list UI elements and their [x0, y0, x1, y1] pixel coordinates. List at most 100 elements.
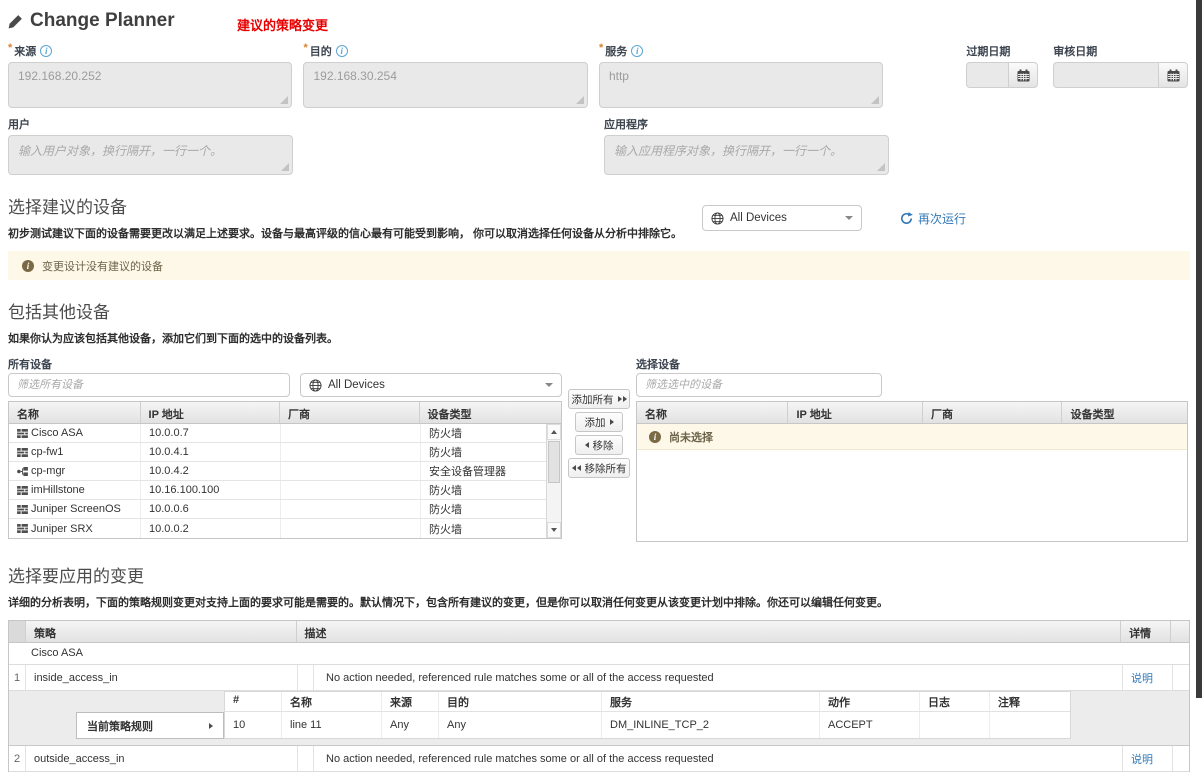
form-row-2: 用户 输入用户对象，换行隔开，一行一个。 应用程序 输入应用程序对象，换行隔开，… [8, 117, 1188, 175]
rule-column-source: 来源 [382, 692, 439, 711]
device-type: 防火墙 [421, 481, 546, 499]
device-row[interactable]: imHillstone 10.16.100.100 防火墙 [9, 481, 546, 500]
all-devices-table-body: Cisco ASA 10.0.0.7 防火墙 cp-fw1 10.0.4.1 防… [9, 424, 561, 538]
details-link[interactable]: 说明 [1131, 670, 1153, 686]
recommended-section-heading: 选择建议的设备 [8, 193, 1188, 218]
device-row[interactable]: Cisco ASA 10.0.0.7 防火墙 [9, 424, 546, 443]
scroll-down-button[interactable] [547, 522, 561, 538]
source-label-row: * 来源 [8, 44, 292, 58]
form-row-1: * 来源 192.168.20.252 * 目的 192.168.30.254 [8, 44, 1188, 108]
device-row[interactable]: Juniper ScreenOS 10.0.0.6 防火墙 [9, 500, 546, 519]
firewall-icon [17, 486, 28, 495]
expiration-date-label-row: 过期日期 [966, 44, 1038, 58]
rule-label-spacer [76, 691, 224, 712]
all-devices-group-select[interactable]: All Devices [300, 373, 562, 397]
select-column-header [9, 621, 26, 642]
rule-column-name: 名称 [282, 692, 382, 711]
device-row[interactable]: cp-fw1 10.0.4.1 防火墙 [9, 443, 546, 462]
rerun-link-label: 再次运行 [918, 210, 966, 227]
changes-table: 策略 描述 详情 Cisco ASA 1 inside_access_in No… [8, 620, 1190, 772]
remove-button[interactable]: 移除 [575, 435, 623, 455]
window-edge-strip [1196, 0, 1202, 698]
application-textarea[interactable]: 输入应用程序对象，换行隔开，一行一个。 [604, 135, 889, 175]
scrollbar-track[interactable] [547, 484, 561, 522]
rule-service: DM_INLINE_TCP_2 [602, 712, 820, 738]
device-row[interactable]: cp-mgr 10.0.4.2 安全设备管理器 [9, 462, 546, 481]
recommended-section-description: 初步测试建议下面的设备需要更改以满足上述要求。设备与最高评级的信心最有可能受到影… [8, 225, 1188, 241]
rule-row: 10 line 11 Any Any DM_INLINE_TCP_2 ACCEP… [225, 712, 1070, 738]
policy-name: outside_access_in [26, 746, 298, 771]
service-field-group: * 服务 http [599, 44, 883, 108]
selected-devices-filter-input[interactable] [636, 373, 882, 397]
change-planner-page: Change Planner 建议的策略变更 * 来源 192.168.20.2… [0, 0, 1202, 772]
double-arrow-right-icon [618, 396, 627, 402]
column-header-vendor: 厂商 [923, 402, 1063, 423]
device-group-select[interactable]: All Devices [702, 205, 862, 231]
expiration-date-calendar-button[interactable] [1008, 62, 1038, 88]
include-section-heading: 包括其他设备 [8, 298, 1188, 323]
current-rule-panel: 当前策略规则 # 名称 来源 目的 服务 动作 日志 [9, 691, 1189, 746]
info-icon[interactable] [631, 45, 643, 57]
resize-grip-icon[interactable] [281, 163, 289, 171]
destination-textarea[interactable]: 192.168.30.254 [303, 62, 587, 108]
all-devices-filter-input[interactable] [8, 373, 290, 397]
device-row[interactable]: Juniper SRX 10.0.0.2 防火墙 [9, 519, 546, 538]
row-number: 2 [9, 746, 26, 771]
source-textarea[interactable]: 192.168.20.252 [8, 62, 292, 108]
add-button[interactable]: 添加 [575, 412, 623, 432]
device-transfer: 所有设备 All Devices 名称 IP 地址 厂商 设备类型 [8, 356, 1188, 542]
details-cell: 说明 [1123, 665, 1173, 690]
application-placeholder: 输入应用程序对象，换行隔开，一行一个。 [614, 144, 842, 158]
resize-grip-icon[interactable] [871, 96, 879, 104]
rule-destination: Any [439, 712, 602, 738]
change-row[interactable]: 2 outside_access_in No action needed, re… [9, 746, 1189, 772]
rule-column-service: 服务 [602, 692, 820, 711]
rule-log [920, 712, 990, 738]
no-selection-message: 尚未选择 [637, 424, 1187, 450]
current-rule-expander[interactable]: 当前策略规则 [76, 712, 224, 739]
scroll-up-button[interactable] [547, 424, 561, 440]
row-end-cell [1173, 665, 1191, 690]
device-vendor [281, 481, 421, 499]
rule-column-comment: 注释 [990, 692, 1070, 711]
required-mark: * [599, 42, 603, 54]
user-placeholder: 输入用户对象，换行隔开，一行一个。 [18, 144, 222, 158]
destination-label-row: * 目的 [303, 44, 587, 58]
resize-grip-icon[interactable] [576, 96, 584, 104]
change-description: No action needed, referenced rule matche… [314, 665, 1123, 690]
vertical-scrollbar[interactable] [546, 424, 561, 538]
info-icon[interactable] [336, 45, 348, 57]
refresh-icon [900, 212, 913, 225]
recommended-controls: All Devices 再次运行 [702, 205, 966, 231]
add-label: 添加 [585, 415, 606, 430]
all-devices-label: 所有设备 [8, 356, 562, 369]
change-row[interactable]: 1 inside_access_in No action needed, ref… [9, 665, 1189, 691]
service-textarea[interactable]: http [599, 62, 883, 108]
rule-column-action: 动作 [820, 692, 920, 711]
resize-grip-icon[interactable] [280, 96, 288, 104]
add-all-button[interactable]: 添加所有 [568, 389, 630, 409]
review-date-input[interactable] [1053, 62, 1158, 88]
policy-name: inside_access_in [26, 665, 298, 690]
arrow-left-icon [585, 442, 589, 448]
review-date-calendar-button[interactable] [1158, 62, 1188, 88]
details-link[interactable]: 说明 [1131, 751, 1153, 767]
expiration-date-input[interactable] [966, 62, 1008, 88]
rerun-link[interactable]: 再次运行 [900, 210, 966, 227]
warning-info-icon [649, 431, 661, 443]
device-vendor [281, 462, 421, 480]
review-date-label: 审核日期 [1053, 43, 1097, 59]
chevron-down-icon [545, 383, 553, 387]
resize-grip-icon[interactable] [877, 163, 885, 171]
remove-all-button[interactable]: 移除所有 [568, 458, 630, 478]
device-ip: 10.0.0.6 [141, 500, 281, 518]
user-textarea[interactable]: 输入用户对象，换行隔开，一行一个。 [8, 135, 293, 175]
firewall-icon [17, 524, 28, 533]
destination-field-group: * 目的 192.168.30.254 [303, 44, 587, 108]
rule-column-destination: 目的 [439, 692, 602, 711]
scrollbar-thumb[interactable] [548, 441, 560, 483]
rule-comment [990, 712, 1070, 738]
column-header-type: 设备类型 [420, 402, 561, 423]
info-icon[interactable] [40, 45, 52, 57]
device-type: 防火墙 [421, 519, 546, 538]
